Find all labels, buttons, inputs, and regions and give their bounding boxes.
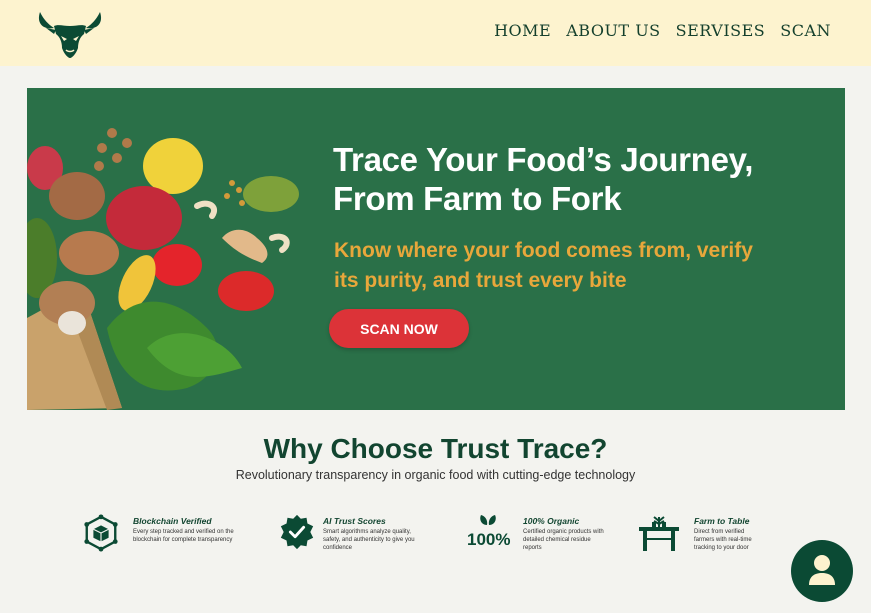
- top-navbar: HOME ABOUT US SERVISES SCAN: [0, 0, 871, 66]
- feature-description: Smart algorithms analyze quality, safety…: [323, 529, 415, 551]
- profile-avatar-button[interactable]: [791, 540, 853, 602]
- why-choose-heading: Why Choose Trust Trace?: [263, 433, 608, 464]
- bull-head-logo-icon[interactable]: [34, 4, 106, 60]
- feature-100-organic: 100% 100% Organic Certified organic prod…: [467, 513, 637, 563]
- hero-title-line-1: Trace Your Food’s Journey,: [333, 141, 754, 178]
- hero-banner: Trace Your Food’s Journey, From Farm to …: [27, 88, 845, 410]
- hero-title: Trace Your Food’s Journey, From Farm to …: [333, 140, 833, 218]
- blockchain-cube-icon: [84, 514, 118, 552]
- feature-title: AI Trust Scores: [323, 516, 386, 526]
- organic-100-icon: 100%: [467, 515, 510, 547]
- feature-description: Every step tracked and verified on the b…: [133, 529, 234, 543]
- farm-to-table-icon: [639, 516, 679, 551]
- feature-blockchain-verified: Blockchain Verified Every step tracked a…: [82, 513, 252, 563]
- feature-ai-trust-scores: AI Trust Scores Smart algorithms analyze…: [278, 513, 448, 563]
- vegetables-grocery-image: [27, 128, 299, 410]
- why-choose-subtitle: Revolutionary transparency in organic fo…: [235, 468, 636, 482]
- hero-subtitle: Know where your food comes from, verify …: [334, 236, 834, 296]
- nav-home[interactable]: HOME: [494, 21, 551, 40]
- nav-scan[interactable]: SCAN: [780, 21, 831, 40]
- hero-subtitle-line-1: Know where your food comes from, verify: [334, 239, 753, 262]
- feature-farm-to-table: Farm to Table Direct from verified farme…: [638, 513, 788, 563]
- svg-text:100%: 100%: [467, 530, 510, 547]
- main-nav: HOME ABOUT US SERVISES SCAN: [494, 21, 831, 40]
- feature-description: Direct from verified farmers with real-t…: [694, 529, 752, 551]
- nav-about-us[interactable]: ABOUT US: [566, 21, 660, 40]
- scan-now-button[interactable]: SCAN NOW: [329, 309, 469, 348]
- feature-title: 100% Organic: [523, 516, 580, 526]
- feature-title: Blockchain Verified: [133, 516, 212, 526]
- user-avatar-icon: [809, 555, 835, 585]
- hero-title-line-2: From Farm to Fork: [333, 180, 622, 217]
- feature-description: Certified organic products with detailed…: [523, 529, 604, 551]
- verified-badge-icon: [280, 514, 314, 550]
- feature-title: Farm to Table: [694, 516, 750, 526]
- nav-services[interactable]: SERVISES: [676, 21, 766, 40]
- hero-subtitle-line-2: its purity, and trust every bite: [334, 269, 627, 292]
